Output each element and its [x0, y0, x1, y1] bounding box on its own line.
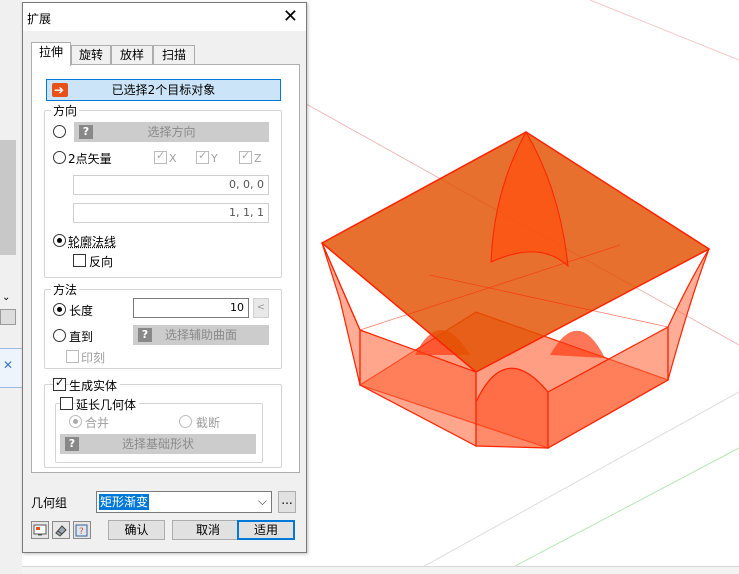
generate-solid-label: 生成实体 — [69, 377, 121, 394]
shape-inner-bump-right — [550, 330, 605, 358]
more-button[interactable]: ... — [278, 491, 296, 513]
method-group-label: 方法 — [51, 281, 80, 298]
dialog-title: 扩展 — [27, 12, 52, 26]
extend-geometry-checkbox[interactable] — [60, 397, 73, 410]
tab-sweep[interactable]: 扫描 — [153, 45, 195, 65]
svg-text:?: ? — [79, 527, 84, 537]
select-base-shape-label: 选择基础形状 — [121, 437, 194, 451]
extend-geometry-label: 延长几何体 — [76, 396, 140, 413]
select-aux-surface-label: 选择辅助曲面 — [164, 328, 237, 342]
axis-line-green — [514, 447, 739, 566]
point1-input[interactable]: 0, 0, 0 — [73, 175, 269, 195]
select-aux-surface-button[interactable]: ? 选择辅助曲面 — [133, 325, 269, 345]
select-direction-button[interactable]: ? 选择方向 — [74, 122, 269, 142]
reverse-label: 反向 — [89, 255, 114, 269]
chevron-down-icon: ⌵ — [257, 494, 267, 508]
question-icon: ? — [138, 328, 152, 342]
apply-button[interactable]: 适用 — [237, 520, 295, 540]
select-targets-button[interactable]: 已选择2个目标对象 — [46, 79, 281, 101]
direction-group-label: 方向 — [51, 102, 80, 119]
reverse-checkbox[interactable] — [73, 254, 86, 267]
solid-group: 生成实体 延长几何体 合并 截断 ? 选择基础形状 — [44, 376, 282, 468]
select-direction-label: 选择方向 — [147, 125, 196, 139]
extend-geometry-group: 延长几何体 合并 截断 ? 选择基础形状 — [55, 396, 263, 463]
host-scroll-block — [0, 140, 16, 255]
axis-line-red-top — [589, 0, 739, 61]
cut-label: 截断 — [196, 416, 221, 430]
axis-z-label: Z — [254, 152, 262, 165]
cut-radio[interactable] — [179, 415, 192, 428]
direction-group: 方向 ? 选择方向 2点矢量 X Y Z 0, 0, 0 1, 1, 1 轮廓法… — [44, 102, 282, 278]
profile-normal-radio[interactable] — [53, 234, 66, 247]
length-pick-button[interactable]: < — [253, 298, 269, 318]
method-group: 方法 长度 10 < 直到 ? 选择辅助曲面 印刻 — [44, 281, 282, 369]
generate-solid-checkbox[interactable] — [53, 376, 66, 391]
tab-extrude[interactable]: 拉伸 — [31, 42, 71, 66]
tab-loft[interactable]: 放样 — [111, 45, 153, 65]
imprint-label: 印刻 — [81, 351, 106, 365]
up-to-radio[interactable] — [53, 329, 66, 342]
axis-x-checkbox[interactable] — [154, 149, 167, 164]
host-input-box[interactable] — [0, 309, 16, 325]
host-left-panel: ⌄ ✕ — [0, 0, 22, 574]
help-book-icon[interactable]: ? — [73, 521, 91, 539]
geometry-group-label: 几何组 — [31, 496, 68, 510]
merge-label: 合并 — [85, 416, 110, 430]
eraser-icon[interactable] — [52, 521, 70, 539]
two-point-radio[interactable] — [53, 151, 66, 164]
select-base-shape-button[interactable]: ? 选择基础形状 — [60, 434, 256, 454]
cancel-button[interactable]: 取消 — [172, 520, 244, 540]
screen-icon[interactable] — [31, 521, 49, 539]
extend-dialog: 扩展 ✕ 拉伸 旋转 放样 扫描 已选择2个目标对象 方向 ? 选择方向 2点矢… — [22, 2, 307, 553]
shape-right-side — [667, 248, 710, 381]
two-point-label: 2点矢量 — [68, 152, 112, 166]
dialog-titlebar[interactable]: 扩展 ✕ — [23, 3, 306, 31]
extruded-shape[interactable] — [320, 130, 711, 450]
geometry-group-value: 矩形渐变 — [99, 494, 150, 510]
imprint-checkbox[interactable] — [66, 350, 79, 363]
select-targets-label: 已选择2个目标对象 — [111, 83, 216, 97]
select-arrow-icon — [52, 80, 68, 100]
close-icon[interactable]: ✕ — [3, 358, 13, 372]
up-to-label: 直到 — [69, 330, 94, 344]
geometry-group-select[interactable]: 矩形渐变 ⌵ — [96, 491, 272, 513]
host-status-strip — [22, 566, 739, 574]
point2-input[interactable]: 1, 1, 1 — [73, 203, 269, 223]
profile-normal-label: 轮廓法线 — [68, 235, 117, 249]
length-radio[interactable] — [53, 303, 66, 316]
axis-y-checkbox[interactable] — [196, 149, 209, 164]
ok-button[interactable]: 确认 — [108, 520, 165, 540]
length-input[interactable]: 10 — [133, 298, 249, 318]
axis-y-label: Y — [211, 152, 218, 165]
question-icon: ? — [65, 437, 79, 451]
direction-select-radio[interactable] — [53, 125, 66, 138]
length-label: 长度 — [69, 304, 94, 318]
close-icon[interactable]: ✕ — [283, 6, 298, 27]
question-icon: ? — [79, 125, 93, 139]
axis-x-label: X — [169, 152, 177, 165]
axis-z-checkbox[interactable] — [239, 149, 252, 164]
tab-panel-extrude: 已选择2个目标对象 方向 ? 选择方向 2点矢量 X Y Z 0, 0, 0 1… — [31, 64, 300, 473]
chevron-down-icon[interactable]: ⌄ — [2, 292, 10, 303]
tab-revolve[interactable]: 旋转 — [71, 45, 111, 65]
merge-radio[interactable] — [69, 415, 82, 428]
